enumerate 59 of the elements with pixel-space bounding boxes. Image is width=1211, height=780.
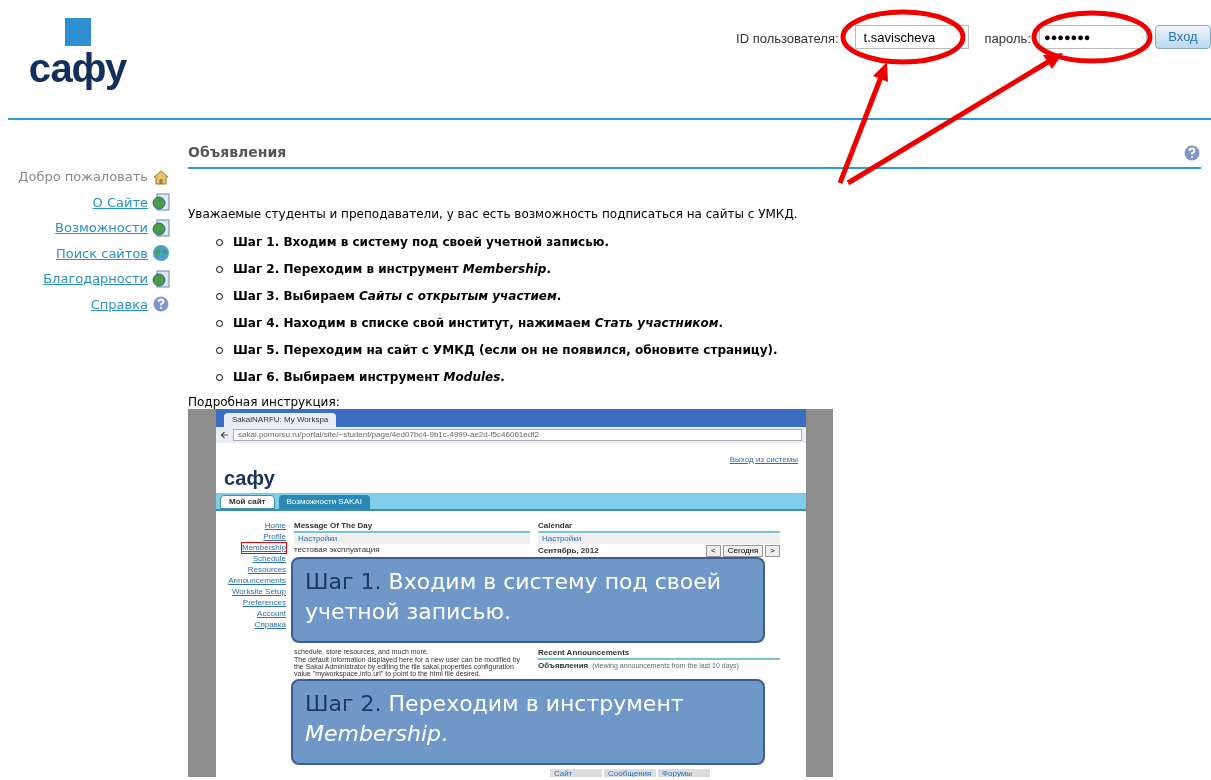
step-text: Шаг 6. Выбираем инструмент Modules. (233, 369, 505, 386)
step-text: Шаг 2. Переходим в инструмент Membership. (233, 261, 551, 278)
site-tab[interactable]: Возможности SAKAI (278, 495, 370, 509)
tool-link[interactable]: Worksite Setup (231, 587, 286, 597)
username-label: ID пользователя: (736, 30, 839, 48)
login-button[interactable]: Вход (1155, 25, 1211, 49)
calendar-button[interactable]: Сегодня (722, 545, 764, 557)
site-tab[interactable]: Мой сайт (220, 495, 275, 509)
logout-link[interactable]: Выход из системы (729, 455, 798, 493)
tool-link[interactable]: Schedule (252, 554, 286, 564)
step-text: Шаг 1. Входим в систему под своей учетной записью. (233, 234, 610, 251)
tool-link[interactable]: Announcements (228, 576, 286, 586)
settings-link[interactable]: Настройки (538, 534, 780, 544)
globe-icon (152, 244, 170, 263)
table-header[interactable]: Сообщения (604, 769, 656, 777)
username-field[interactable]: t.savischeva (854, 25, 969, 49)
calendar-button[interactable]: < (706, 545, 721, 557)
settings-link[interactable]: Настройки (294, 534, 530, 544)
step-text: Шаг 4. Находим в списке свой институт, нажимаем Стать участником. (233, 315, 724, 332)
nav-link[interactable]: Справка (90, 294, 148, 314)
calendar-button[interactable]: > (765, 545, 780, 557)
nav-link[interactable]: О Сайте (92, 192, 148, 212)
password-field[interactable]: ●●●●●●● (1039, 25, 1147, 49)
tool-link[interactable]: Home (264, 521, 286, 531)
back-arrow-icon[interactable] (220, 431, 229, 439)
step-text: Шаг 5. Переходим на сайт с УМКД (если он не появился, обновите страницу). (233, 342, 778, 359)
tool-link[interactable]: Preferences (242, 598, 286, 608)
month-label: Сентябрь, 2012 (538, 546, 599, 556)
tool-link[interactable]: Membership (242, 543, 286, 553)
document-globe-icon (152, 193, 170, 212)
step-callout: Шаг 1. Входим в систему под своей учетной записью. (291, 557, 765, 643)
logo: сафу (28, 46, 127, 90)
logo: сафу (224, 466, 275, 491)
address-bar[interactable]: sakai.pomorsu.ru/portal/site/~student/page/4ed07bc4-9b1c-4999-ae2d-f5c46061edf2 (233, 429, 802, 441)
step-text: Шаг 3. Выбираем Сайты с открытым участием. (233, 288, 562, 305)
help-icon (152, 295, 170, 314)
panel-title: Recent Announcements (538, 648, 780, 660)
tool-link[interactable]: Account (257, 609, 286, 619)
nav-link[interactable]: Благодарности (43, 269, 148, 289)
browser-tab[interactable]: SakaiNARFU: My Workspa (224, 413, 337, 427)
announcements-label: Объявления (538, 661, 589, 671)
intro-text: Уважаемые студенты и преподаватели, у вас есть возможность подписаться на сайты с УМКД. (188, 206, 799, 223)
details-label: Подробная инструкция: (188, 395, 341, 409)
nav-link[interactable]: Возможности (55, 218, 148, 238)
section-title: Объявления (188, 143, 287, 162)
nav-link[interactable]: Добро пожаловать (18, 167, 148, 187)
password-label: пароль: (984, 30, 1031, 48)
document-globe-icon (152, 218, 170, 237)
table-header[interactable]: Сайт (550, 769, 602, 777)
tool-link[interactable]: Справка (254, 620, 286, 630)
table-header[interactable]: Форумы (658, 769, 710, 777)
panel-text: тестовая эксплуатация (294, 545, 381, 555)
help-icon (1183, 143, 1201, 162)
tool-link[interactable]: Profile (263, 532, 286, 542)
book-icon (64, 18, 91, 46)
tool-link[interactable]: Resources (247, 565, 286, 575)
document-globe-icon (152, 269, 170, 288)
step-callout: Шаг 2. Переходим в инструмент Membership. (291, 679, 765, 765)
nav-link[interactable]: Поиск сайтов (55, 243, 148, 263)
